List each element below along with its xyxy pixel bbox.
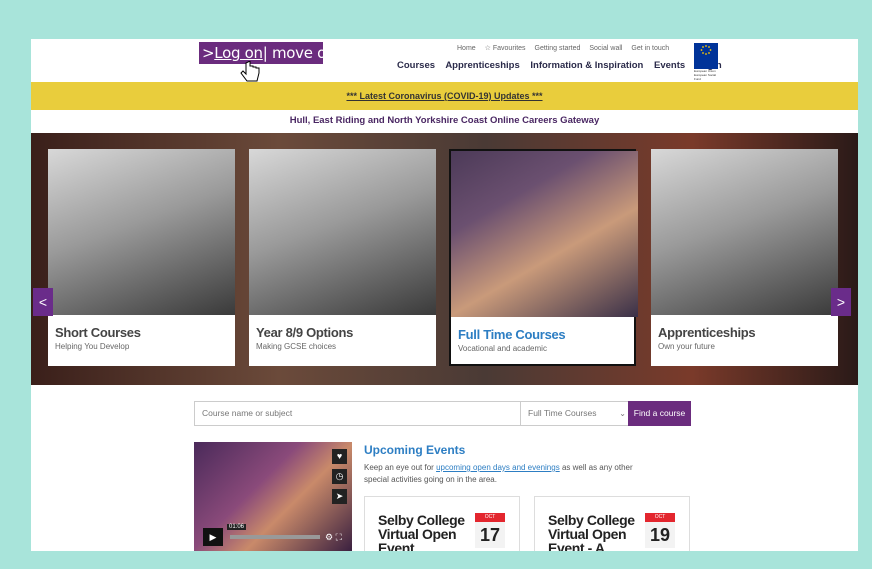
- card-subtitle: Making GCSE choices: [256, 342, 337, 351]
- carousel-prev-button[interactable]: <: [33, 288, 53, 316]
- eu-label: European Union European Social Fund: [694, 69, 717, 81]
- card-subtitle: Helping You Develop: [55, 342, 130, 351]
- event-day: 17: [475, 522, 505, 548]
- covid-banner: *** Latest Coronavirus (COVID-19) Update…: [31, 82, 858, 110]
- card-subtitle: Own your future: [658, 342, 715, 351]
- util-get-in-touch[interactable]: Get in touch: [631, 45, 669, 52]
- covid-link[interactable]: *** Latest Coronavirus (COVID-19) Update…: [346, 91, 542, 101]
- event-card[interactable]: Selby College Virtual Open Event OCT 17: [364, 496, 520, 551]
- card-short-courses[interactable]: Short Courses Helping You Develop: [48, 149, 235, 366]
- utility-nav: Home ☆ Favourites Getting started Social…: [457, 44, 676, 52]
- event-card[interactable]: Selby College Virtual Open Event - A Lev…: [534, 496, 690, 551]
- card-image: [651, 149, 838, 315]
- card-title: Short Courses: [55, 325, 141, 340]
- video-time: 01:06: [227, 524, 247, 530]
- logo[interactable]: >Log on| move on >: [199, 42, 352, 64]
- course-type-select[interactable]: Full Time Courses ⌄: [520, 402, 630, 425]
- util-favourites[interactable]: ☆ Favourites: [485, 45, 526, 52]
- event-title: Selby College Virtual Open Event - A Lev…: [548, 512, 635, 551]
- play-icon[interactable]: ▶: [203, 528, 223, 546]
- chevron-down-icon: ⌄: [619, 409, 626, 418]
- clock-icon[interactable]: ◷: [332, 469, 347, 484]
- video-player[interactable]: ♥ ◷ ➤ ▶ 01:06 ⚙ ⛶: [194, 442, 352, 551]
- card-title: Full Time Courses: [458, 327, 566, 342]
- card-subtitle: Vocational and academic: [458, 344, 547, 353]
- events-intro: Keep an eye out for upcoming open days a…: [364, 462, 634, 486]
- heart-icon[interactable]: ♥: [332, 449, 347, 464]
- card-image: [249, 149, 436, 315]
- settings-icon[interactable]: ⚙ ⛶: [325, 532, 342, 543]
- course-search-bar: Course name or subject Full Time Courses…: [194, 401, 691, 426]
- course-carousel: Short Courses Helping You Develop Year 8…: [31, 133, 858, 385]
- card-image: [48, 149, 235, 315]
- logo-move-on: | move on >: [262, 44, 353, 62]
- nav-information-inspiration[interactable]: Information & Inspiration: [530, 60, 643, 71]
- event-month: OCT: [645, 513, 675, 522]
- card-apprenticeships[interactable]: Apprenticeships Own your future: [651, 149, 838, 366]
- logo-log-on: Log on: [214, 44, 263, 62]
- util-social-wall[interactable]: Social wall: [589, 45, 622, 52]
- carousel-next-button[interactable]: >: [831, 288, 851, 316]
- course-search-input[interactable]: Course name or subject: [202, 402, 292, 425]
- events-intro-before: Keep an eye out for: [364, 463, 437, 472]
- util-getting-started[interactable]: Getting started: [535, 45, 581, 52]
- open-days-link[interactable]: upcoming open days and evenings: [436, 463, 560, 472]
- gateway-title: Hull, East Riding and North Yorkshire Co…: [289, 115, 600, 126]
- calendar-icon: OCT 19: [645, 513, 675, 551]
- eu-flag-logo: European Union European Social Fund: [694, 43, 718, 81]
- util-home[interactable]: Home: [457, 45, 476, 52]
- card-full-time-courses[interactable]: Full Time Courses Vocational and academi…: [449, 149, 638, 366]
- card-year-8-9-options[interactable]: Year 8/9 Options Making GCSE choices: [249, 149, 436, 366]
- find-course-button[interactable]: Find a course: [628, 401, 691, 426]
- calendar-icon: OCT 17: [475, 513, 505, 551]
- event-month: OCT: [475, 513, 505, 522]
- page: >Log on| move on > Home ☆ Favourites Get…: [31, 39, 858, 551]
- nav-apprenticeships[interactable]: Apprenticeships: [445, 60, 519, 71]
- event-day: 19: [645, 522, 675, 548]
- card-title: Apprenticeships: [658, 325, 756, 340]
- eu-stars-icon: [700, 45, 712, 55]
- video-progress-bar[interactable]: [230, 535, 320, 539]
- event-title: Selby College Virtual Open Event: [378, 512, 465, 551]
- nav-courses[interactable]: Courses: [397, 60, 435, 71]
- course-type-selected: Full Time Courses: [528, 408, 597, 418]
- card-image: [451, 151, 638, 317]
- main-nav: Courses Apprenticeships Information & In…: [397, 60, 730, 71]
- logo-prefix: >: [202, 44, 215, 62]
- events-heading: Upcoming Events: [364, 443, 466, 457]
- share-icon[interactable]: ➤: [332, 489, 347, 504]
- nav-events[interactable]: Events: [654, 60, 685, 71]
- card-title: Year 8/9 Options: [256, 325, 354, 340]
